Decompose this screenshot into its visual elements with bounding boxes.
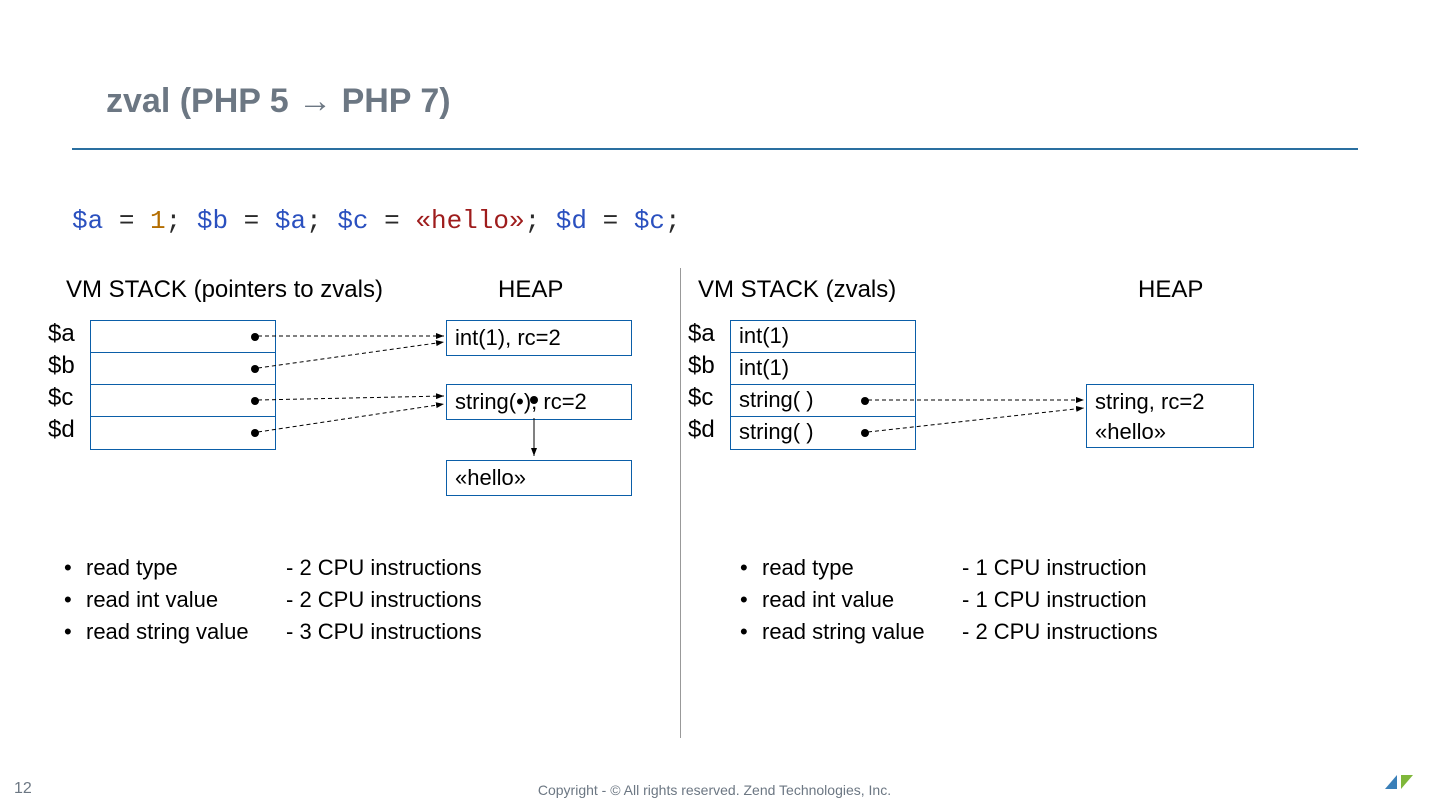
bullet-dot: • [740,584,762,616]
bullet-label: read string value [86,616,286,648]
bullet-value: - 1 CPU instruction [962,552,1147,584]
bullet-label: read int value [86,584,286,616]
footer-text: Copyright - © All rights reserved. Zend … [0,782,1429,798]
bullet-dot: • [64,584,86,616]
bullet-value: - 2 CPU instructions [286,552,482,584]
page-title: zval (PHP 5 → PHP 7) [106,82,451,121]
code-token: = [103,206,150,236]
stack-row: string( ) [731,417,915,449]
bullet-row: •read int value- 2 CPU instructions [64,584,482,616]
bullet-dot: • [64,616,86,648]
code-token: $a [72,206,103,236]
panel-divider [680,268,681,738]
var-label: $b [688,350,715,382]
bullet-label: read type [762,552,962,584]
bullet-value: - 2 CPU instructions [286,584,482,616]
code-token: = [587,206,634,236]
heap-string-box: string(•), rc=2 [446,384,632,420]
var-label: $c [688,382,715,414]
bullet-value: - 3 CPU instructions [286,616,482,648]
bullet-label: read int value [762,584,962,616]
code-token: $b [197,206,228,236]
bullet-label: read string value [762,616,962,648]
stack-row [91,417,275,449]
stack-val: string( ) [739,387,814,412]
code-token: ; [665,206,681,236]
bullet-row: •read type- 1 CPU instruction [740,552,1158,584]
bullet-dot: • [64,552,86,584]
pointer-dot [251,365,259,373]
stack-box-left [90,320,276,450]
pointer-dot [861,429,869,437]
bullet-value: - 1 CPU instruction [962,584,1147,616]
heap-int-box: int(1), rc=2 [446,320,632,356]
var-label: $c [48,382,75,414]
stack-heading-right: VM STACK (zvals) [698,276,896,304]
heap-heading-left: HEAP [498,276,563,304]
stack-val: int(1) [739,355,789,380]
stack-box-right: int(1) int(1) string( ) string( ) [730,320,916,450]
bullet-dot: • [740,616,762,648]
code-token: ; [525,206,556,236]
var-label: $d [48,414,75,446]
zend-logo-icon [1383,771,1417,798]
stack-val: string( ) [739,419,814,444]
title-underline [72,148,1358,150]
code-token: ; [306,206,337,236]
bullet-row: •read string value- 2 CPU instructions [740,616,1158,648]
bullet-label: read type [86,552,286,584]
code-token: $a [275,206,306,236]
var-label: $a [48,318,75,350]
stack-row [91,353,275,385]
heap-string-box-right: string, rc=2 «hello» [1086,384,1254,448]
var-label: $b [48,350,75,382]
bullet-row: •read string value- 3 CPU instructions [64,616,482,648]
var-label: $d [688,414,715,446]
bullet-value: - 2 CPU instructions [962,616,1158,648]
pointer-dot [251,429,259,437]
stack-val: int(1) [739,323,789,348]
bullet-row: •read type- 2 CPU instructions [64,552,482,584]
heap-heading-right: HEAP [1138,276,1203,304]
stack-row [91,321,275,353]
bullet-dot: • [740,552,762,584]
var-label: $a [688,318,715,350]
stack-row [91,385,275,417]
var-labels-left: $a$b$c$d [48,318,75,446]
heap-line: string, rc=2 [1095,387,1245,417]
code-token: 1 [150,206,166,236]
code-sample: $a = 1; $b = $a; $c = «hello»; $d = $c; [72,206,681,236]
bullets-right: •read type- 1 CPU instruction•read int v… [740,552,1158,648]
code-token: = [228,206,275,236]
var-labels-right: $a$b$c$d [688,318,715,446]
stack-row: int(1) [731,353,915,385]
stack-row: string( ) [731,385,915,417]
stack-row: int(1) [731,321,915,353]
code-token: $c [634,206,665,236]
bullet-row: •read int value- 1 CPU instruction [740,584,1158,616]
code-token: = [369,206,416,236]
pointer-dot [251,333,259,341]
pointer-dot [251,397,259,405]
code-token: «hello» [415,206,524,236]
pointer-dot [861,397,869,405]
stack-heading-left: VM STACK (pointers to zvals) [66,276,383,304]
code-token: $c [337,206,368,236]
code-token: $d [556,206,587,236]
heap-line: «hello» [1095,417,1245,447]
heap-hello-box: «hello» [446,460,632,496]
bullets-left: •read type- 2 CPU instructions•read int … [64,552,482,648]
code-token: ; [166,206,197,236]
